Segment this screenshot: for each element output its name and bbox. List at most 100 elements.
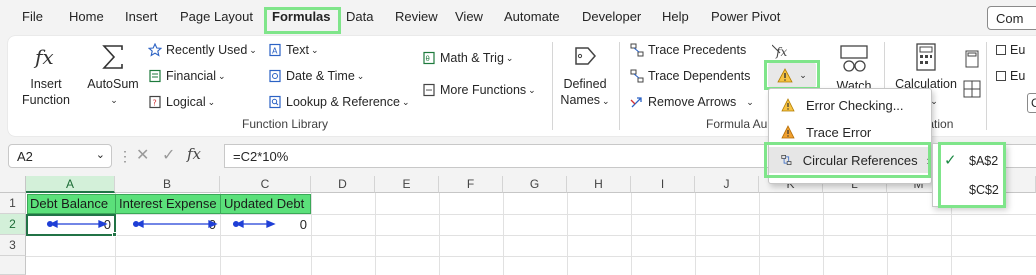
- calculate-sheet-button[interactable]: [963, 80, 981, 101]
- select-all-corner[interactable]: [0, 176, 26, 193]
- comments-label: Com: [996, 11, 1024, 26]
- show-formulas-button[interactable]: fx: [771, 43, 792, 62]
- circular-ref-label: $C$2: [969, 183, 999, 197]
- circular-ref-item[interactable]: ✓ $A$2: [933, 148, 1005, 174]
- tab-formulas[interactable]: Formulas: [272, 9, 331, 24]
- tab-review[interactable]: Review: [395, 9, 438, 24]
- column-header[interactable]: J: [695, 176, 759, 193]
- row-header[interactable]: 3: [0, 235, 26, 256]
- remove-arrows-icon: [630, 97, 642, 108]
- name-box[interactable]: A2 ⌄: [8, 144, 112, 168]
- gridline: [439, 193, 440, 275]
- gridline: [26, 256, 1036, 257]
- eu-label-1: Eu: [1010, 43, 1026, 57]
- column-header[interactable]: A: [26, 176, 115, 193]
- calculate-now-button[interactable]: [963, 50, 981, 71]
- column-header[interactable]: B: [115, 176, 220, 193]
- tab-help[interactable]: Help: [662, 9, 689, 24]
- circular-reference-icon: [781, 154, 792, 166]
- trace-error-label: Trace Error: [806, 124, 872, 140]
- column-header[interactable]: F: [439, 176, 503, 193]
- chevron-down-icon: ⌄: [799, 69, 807, 80]
- row-header[interactable]: 1: [0, 193, 26, 214]
- calculator-small-icon: [965, 50, 979, 68]
- svg-text:A: A: [272, 47, 278, 56]
- tab-file[interactable]: File: [22, 9, 43, 24]
- row-header-blank[interactable]: [0, 256, 26, 275]
- svg-text:?: ?: [153, 99, 157, 108]
- watch-window-button[interactable]: Watch: [830, 44, 878, 94]
- math-trig-button[interactable]: θ Math & Trig ⌄: [422, 51, 513, 65]
- trace-precedents-icon: [630, 43, 644, 57]
- lookup-reference-button[interactable]: Lookup & Reference ⌄: [268, 95, 410, 109]
- column-header[interactable]: G: [503, 176, 567, 193]
- tab-home[interactable]: Home: [69, 9, 104, 24]
- financial-book-icon: [149, 69, 161, 83]
- tab-automate[interactable]: Automate: [504, 9, 560, 24]
- menu-item-trace-error[interactable]: Trace Error: [769, 119, 931, 145]
- autosum-button[interactable]: AutoSum ⌄: [86, 42, 140, 108]
- trace-dependents-button[interactable]: Trace Dependents: [630, 69, 750, 83]
- trace-precedents-label: Trace Precedents: [648, 43, 747, 57]
- enter-icon[interactable]: ✓: [162, 145, 175, 165]
- lookup-reference-label: Lookup & Reference: [286, 95, 400, 109]
- menu-item-error-checking[interactable]: Error Checking...: [769, 92, 931, 118]
- insert-function-fx-icon[interactable]: fx: [187, 145, 201, 163]
- trace-precedents-button[interactable]: Trace Precedents: [630, 43, 746, 57]
- tab-power-pivot[interactable]: Power Pivot: [711, 9, 780, 24]
- gridline: [759, 193, 760, 275]
- gridline: [695, 193, 696, 275]
- more-functions-button[interactable]: More Functions ⌄: [422, 83, 536, 97]
- recently-used-button[interactable]: Recently Used ⌄: [148, 43, 257, 57]
- insert-function-label-1: Insert: [30, 77, 62, 91]
- insert-function-button[interactable]: fx Insert Function: [18, 42, 74, 108]
- tab-insert[interactable]: Insert: [125, 9, 158, 24]
- clock-book-icon: [269, 69, 281, 83]
- column-header[interactable]: I: [631, 176, 695, 193]
- warning-icon: [781, 98, 795, 112]
- more-functions-label: More Functions: [440, 83, 527, 97]
- chevron-down-icon: ⌄: [95, 149, 105, 161]
- chevron-down-icon: ⌄: [110, 95, 118, 105]
- column-header[interactable]: E: [375, 176, 439, 193]
- text-label: Text: [286, 43, 309, 57]
- sigma-icon: [102, 45, 123, 69]
- tab-data[interactable]: Data: [346, 9, 373, 24]
- column-header[interactable]: H: [567, 176, 631, 193]
- circular-ref-item[interactable]: $C$2: [933, 177, 1005, 203]
- svg-text:θ: θ: [426, 55, 430, 63]
- remove-arrows-button[interactable]: Remove Arrows ⌄: [630, 95, 754, 109]
- cancel-icon[interactable]: ✕: [136, 145, 149, 165]
- cell-border: [220, 194, 311, 214]
- comments-button[interactable]: Com: [987, 6, 1036, 30]
- chevron-right-icon: ›: [926, 152, 931, 168]
- column-header[interactable]: C: [220, 176, 311, 193]
- menu-item-circular-references[interactable]: Circular References ›: [769, 147, 931, 173]
- column-header[interactable]: D: [311, 176, 375, 193]
- tab-developer[interactable]: Developer: [582, 9, 641, 24]
- tab-view[interactable]: View: [455, 9, 483, 24]
- star-icon: [148, 43, 162, 57]
- eu-button-2[interactable]: Eu: [996, 69, 1025, 83]
- date-time-button[interactable]: Date & Time ⌄: [268, 69, 364, 83]
- trace-arrows: [46, 219, 276, 229]
- cell-border: [27, 194, 115, 214]
- text-button[interactable]: A Text ⌄: [268, 43, 318, 57]
- logical-book-icon: ?: [149, 95, 161, 109]
- cell-border: [115, 194, 220, 214]
- math-book-icon: θ: [423, 51, 435, 65]
- defined-names-button[interactable]: Defined Names ⌄: [558, 42, 612, 109]
- tag-icon: [575, 47, 596, 65]
- logical-button[interactable]: ? Logical ⌄: [148, 95, 215, 109]
- error-checking-dropdown-button[interactable]: ⌄: [768, 63, 816, 87]
- lookup-book-icon: [269, 95, 281, 109]
- eu-input[interactable]: C: [1027, 93, 1036, 113]
- eu-button-1[interactable]: Eu: [996, 43, 1025, 57]
- tab-page-layout[interactable]: Page Layout: [180, 9, 253, 24]
- calculate-sheet-icon: [963, 80, 981, 98]
- financial-button[interactable]: Financial ⌄: [148, 69, 226, 83]
- row-header[interactable]: 2: [0, 214, 26, 235]
- gridline: [887, 193, 888, 275]
- text-book-icon: A: [269, 43, 281, 57]
- show-formulas-icon: fx: [771, 44, 787, 59]
